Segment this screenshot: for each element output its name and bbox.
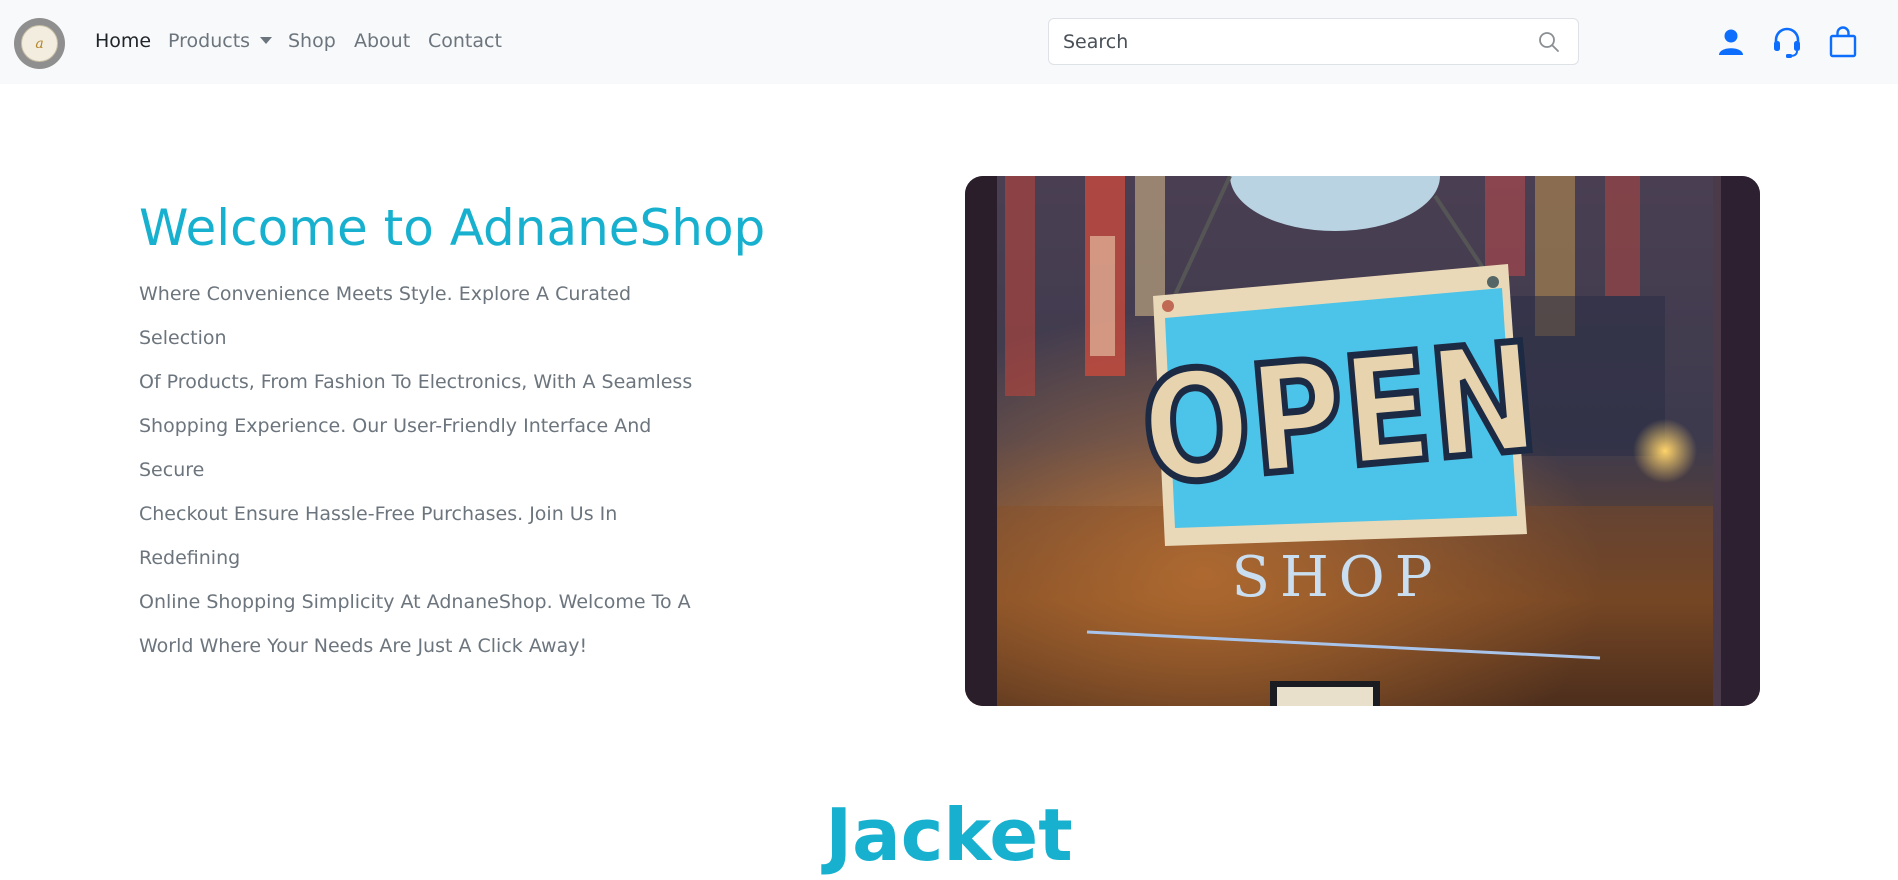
nav-home[interactable]: Home — [95, 29, 151, 53]
search-input[interactable] — [1063, 30, 1503, 54]
user-icon[interactable] — [1714, 25, 1748, 59]
shop-window-text: SHOP — [1232, 545, 1443, 610]
shopping-bag-icon[interactable] — [1826, 25, 1860, 59]
caret-down-icon — [260, 36, 273, 44]
hero-image: OPEN SHOP — [965, 176, 1760, 706]
search-icon[interactable] — [1538, 31, 1560, 53]
logo-mark: a — [35, 35, 44, 52]
search-box — [1048, 18, 1579, 65]
logo-emblem: a — [21, 25, 58, 62]
nav-contact[interactable]: Contact — [428, 29, 502, 53]
hero-line: Online Shopping Simplicity At AdnaneShop… — [139, 591, 691, 613]
open-shop-sign-illustration: OPEN SHOP — [965, 176, 1760, 706]
hero-line: Shopping Experience. Our User-Friendly I… — [139, 415, 652, 481]
hero-description: Where Convenience Meets Style. Explore A… — [139, 272, 719, 668]
section-title-jacket: Jacket — [825, 793, 1073, 877]
hero-title: Welcome to AdnaneShop — [139, 199, 766, 257]
hero-line: World Where Your Needs Are Just A Click … — [139, 635, 588, 657]
hero-line: Checkout Ensure Hassle-Free Purchases. J… — [139, 503, 618, 569]
nav-products-label: Products — [168, 30, 251, 52]
headset-icon[interactable] — [1770, 25, 1804, 59]
brand-logo[interactable]: a — [14, 18, 65, 69]
top-navbar: a Home Products Shop About Contact — [0, 0, 1898, 84]
open-sign-text: OPEN — [1135, 310, 1544, 518]
hero-line: Where Convenience Meets Style. Explore A… — [139, 283, 632, 349]
nav-about[interactable]: About — [354, 29, 410, 53]
hero-line: Of Products, From Fashion To Electronics… — [139, 371, 693, 393]
nav-products-dropdown[interactable]: Products — [168, 29, 273, 53]
nav-shop[interactable]: Shop — [288, 29, 336, 53]
